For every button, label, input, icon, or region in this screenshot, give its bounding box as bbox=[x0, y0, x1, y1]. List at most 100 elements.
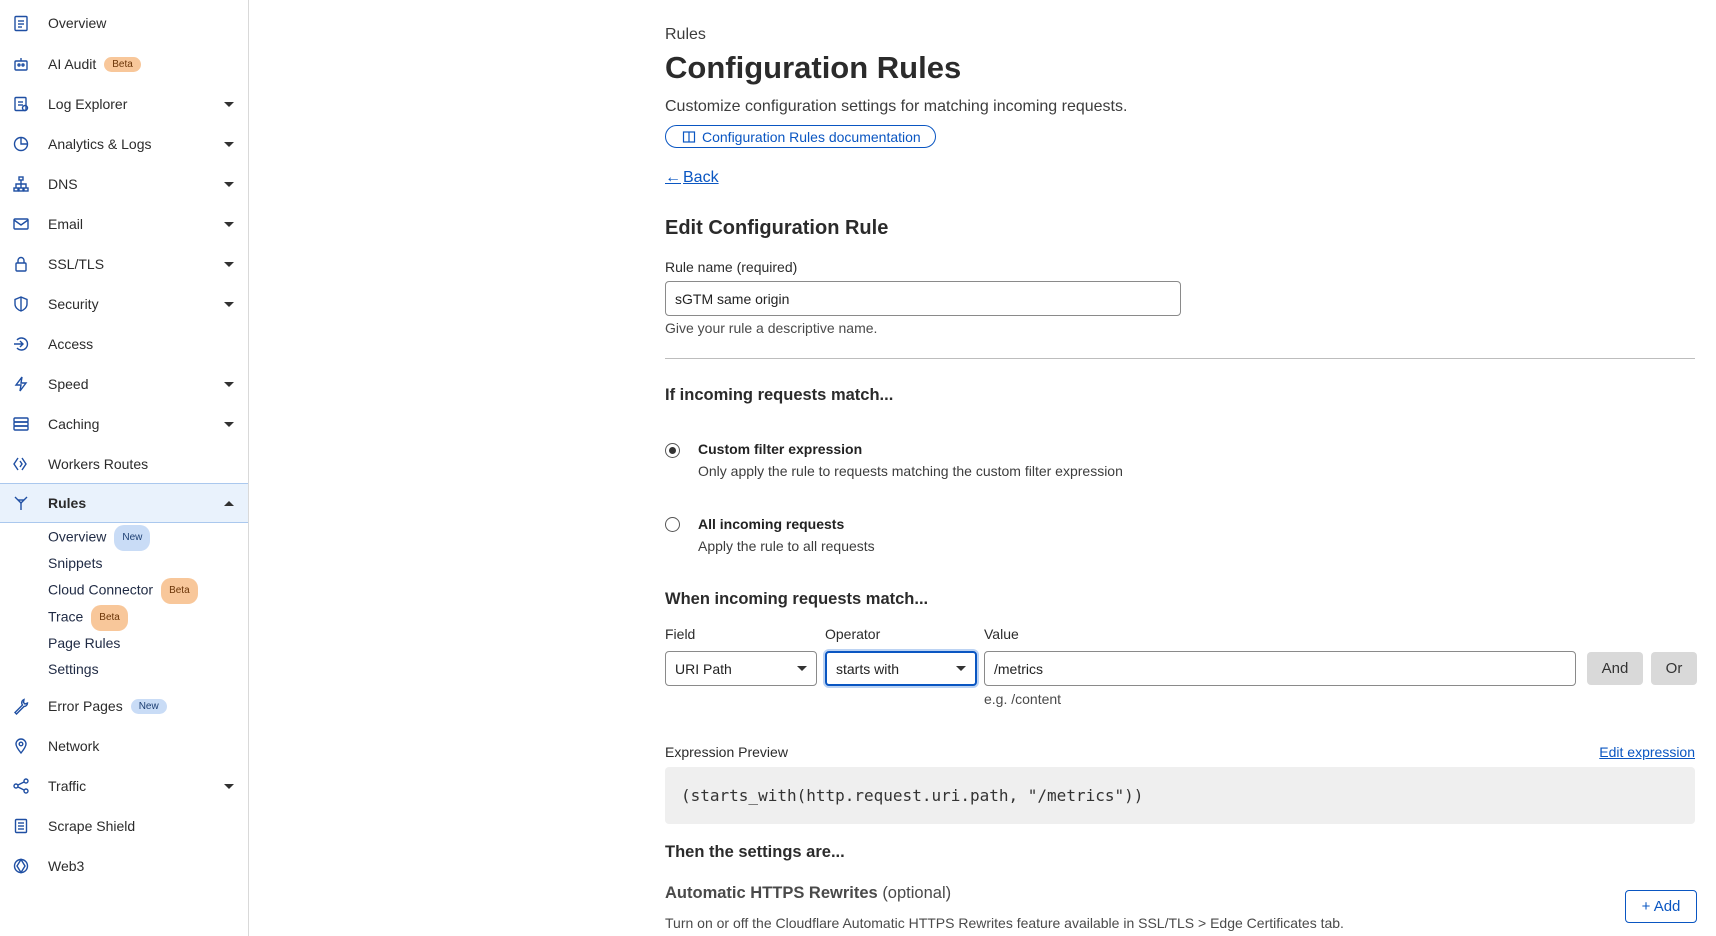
sidebar-item-workers-routes[interactable]: Workers Routes bbox=[0, 444, 248, 484]
chevron-down-icon bbox=[224, 381, 234, 387]
field-select[interactable]: URI Path bbox=[665, 651, 817, 686]
traffic-icon bbox=[12, 777, 30, 795]
chevron-down-icon bbox=[797, 666, 807, 671]
docs-link-label: Configuration Rules documentation bbox=[702, 128, 921, 145]
sidebar-item-speed[interactable]: Speed bbox=[0, 364, 248, 404]
radio-custom-desc: Only apply the rule to requests matching… bbox=[698, 463, 1123, 479]
back-link[interactable]: ← Back bbox=[665, 169, 719, 187]
sidebar-item-analytics-logs[interactable]: Analytics & Logs bbox=[0, 124, 248, 164]
chevron-up-icon bbox=[224, 500, 234, 506]
operator-select[interactable]: starts with bbox=[825, 651, 977, 686]
sidebar-item-label: DNS bbox=[48, 176, 78, 192]
setting-title: Automatic HTTPS Rewrites bbox=[665, 884, 878, 902]
chevron-down-icon bbox=[224, 421, 234, 427]
expression-text: (starts_with(http.request.uri.path, "/me… bbox=[681, 786, 1144, 805]
robot-icon bbox=[12, 55, 30, 73]
sidebar-item-label: Log Explorer bbox=[48, 96, 128, 112]
sidebar-item-rules[interactable]: Rules bbox=[0, 483, 248, 523]
sidebar-item-scrape-shield[interactable]: Scrape Shield bbox=[0, 806, 248, 846]
operator-select-value: starts with bbox=[836, 660, 900, 677]
sidebar-item-label: Speed bbox=[48, 376, 89, 392]
sidebar-subitem-snippets[interactable]: Snippets bbox=[48, 552, 102, 574]
sidebar-item-label: Network bbox=[48, 738, 100, 754]
sidebar-item-label: Rules bbox=[48, 495, 87, 511]
sidebar-item-label: SSL/TLS bbox=[48, 256, 105, 272]
sidebar-item-log-explorer[interactable]: Log Explorer bbox=[0, 84, 248, 124]
chevron-down-icon bbox=[224, 301, 234, 307]
when-heading: When incoming requests match... bbox=[665, 590, 929, 608]
chevron-down-icon bbox=[956, 666, 966, 671]
match-heading: If incoming requests match... bbox=[665, 386, 894, 404]
sidebar-subitem-overview[interactable]: Overview New bbox=[48, 525, 151, 551]
docs-link[interactable]: Configuration Rules documentation bbox=[665, 125, 936, 148]
sidebar-item-label: Email bbox=[48, 216, 84, 232]
chevron-down-icon bbox=[224, 101, 234, 107]
sidebar-item-traffic[interactable]: Traffic bbox=[0, 766, 248, 806]
sidebar-item-label: Caching bbox=[48, 416, 100, 432]
page-title: Configuration Rules bbox=[665, 50, 962, 85]
envelope-icon bbox=[12, 215, 30, 233]
value-input-value: /metrics bbox=[994, 660, 1043, 677]
breadcrumb: Rules bbox=[665, 26, 706, 43]
expression-preview-label: Expression Preview bbox=[665, 744, 788, 760]
sidebar-subitem-label: Trace bbox=[48, 608, 84, 625]
value-label: Value bbox=[984, 626, 1019, 642]
radio-all-requests[interactable] bbox=[665, 517, 680, 532]
sidebar-item-caching[interactable]: Caching bbox=[0, 404, 248, 444]
sidebar-item-network[interactable]: Network bbox=[0, 726, 248, 766]
sidebar-subitem-trace[interactable]: Trace Beta bbox=[48, 605, 128, 631]
sidebar-item-email[interactable]: Email bbox=[0, 204, 248, 244]
shield-icon bbox=[12, 295, 30, 313]
sidebar-item-overview[interactable]: Overview bbox=[0, 3, 248, 43]
value-hint: e.g. /content bbox=[984, 691, 1062, 707]
rule-name-label: Rule name (required) bbox=[665, 259, 798, 275]
log-icon bbox=[12, 95, 30, 113]
form-heading: Edit Configuration Rule bbox=[665, 217, 889, 239]
sidebar-subitem-settings[interactable]: Settings bbox=[48, 658, 99, 680]
value-input[interactable]: /metrics bbox=[984, 651, 1576, 686]
beta-badge: Beta bbox=[104, 57, 141, 73]
sidebar-subitem-label: Page Rules bbox=[48, 635, 121, 651]
edit-expression-link[interactable]: Edit expression bbox=[1599, 744, 1695, 760]
lightning-icon bbox=[12, 375, 30, 393]
sidebar-item-label: Workers Routes bbox=[48, 456, 149, 472]
access-icon bbox=[12, 335, 30, 353]
add-button[interactable]: + Add bbox=[1625, 890, 1697, 923]
beta-badge: Beta bbox=[161, 578, 198, 604]
new-badge: New bbox=[114, 525, 151, 551]
sidebar-item-access[interactable]: Access bbox=[0, 324, 248, 364]
network-tree-icon bbox=[12, 175, 30, 193]
setting-desc: Turn on or off the Cloudflare Automatic … bbox=[665, 915, 1344, 931]
lock-icon bbox=[12, 255, 30, 273]
sidebar-item-web3[interactable]: Web3 bbox=[0, 846, 248, 886]
new-badge: New bbox=[130, 699, 167, 715]
rule-name-input[interactable]: sGTM same origin bbox=[665, 281, 1181, 316]
expression-preview: (starts_with(http.request.uri.path, "/me… bbox=[665, 767, 1695, 824]
sidebar-item-ai-audit[interactable]: AI Audit Beta bbox=[0, 44, 248, 84]
and-button[interactable]: And bbox=[1587, 652, 1643, 685]
sidebar-item-label: Overview bbox=[48, 15, 107, 31]
radio-custom-title: Custom filter expression bbox=[698, 441, 863, 457]
web3-icon bbox=[12, 857, 30, 875]
sidebar-item-label: Security bbox=[48, 296, 99, 312]
sidebar-item-label: Traffic bbox=[48, 778, 87, 794]
server-stack-icon bbox=[12, 415, 30, 433]
sidebar-item-dns[interactable]: DNS bbox=[0, 164, 248, 204]
or-button[interactable]: Or bbox=[1651, 652, 1697, 685]
wrench-icon bbox=[12, 697, 30, 715]
radio-custom-filter[interactable] bbox=[665, 443, 680, 458]
sidebar-subitem-label: Snippets bbox=[48, 555, 103, 571]
arrow-left-icon: ← bbox=[665, 169, 681, 186]
sidebar-subitem-page-rules[interactable]: Page Rules bbox=[48, 632, 120, 654]
sidebar-item-ssl-tls[interactable]: SSL/TLS bbox=[0, 244, 248, 284]
sidebar-item-label: Scrape Shield bbox=[48, 818, 136, 834]
pie-chart-icon bbox=[12, 135, 30, 153]
sidebar-item-error-pages[interactable]: Error Pages New bbox=[0, 686, 248, 726]
divider bbox=[665, 358, 1695, 359]
sidebar-item-label: Web3 bbox=[48, 858, 85, 874]
sidebar-subitem-cloud-connector[interactable]: Cloud Connector Beta bbox=[48, 578, 198, 604]
sidebar-item-security[interactable]: Security bbox=[0, 284, 248, 324]
field-select-value: URI Path bbox=[675, 660, 732, 677]
funnel-icon bbox=[12, 494, 30, 512]
sidebar: Overview AI Audit Beta Log Explorer Analy… bbox=[0, 0, 249, 936]
